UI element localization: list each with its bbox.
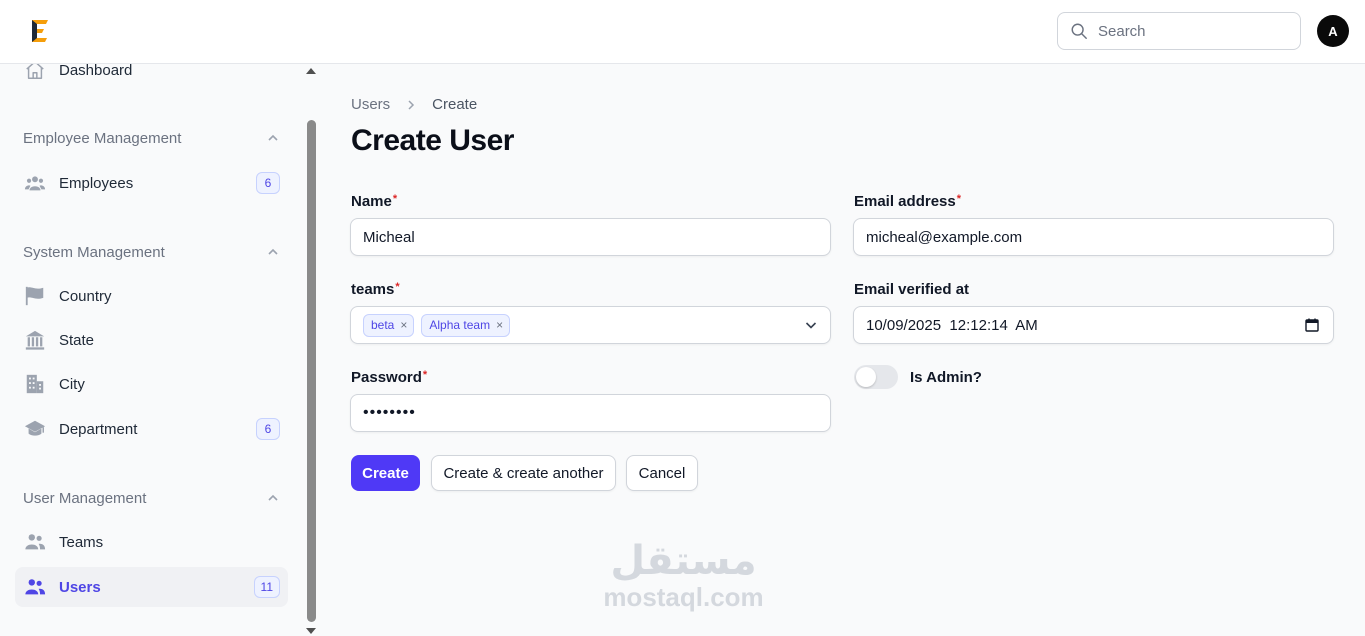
breadcrumb-users-link[interactable]: Users [351, 96, 390, 113]
academic-cap-icon [23, 417, 47, 441]
teams-multiselect[interactable]: beta × Alpha team × [350, 306, 831, 344]
group-system-management[interactable]: System Management [23, 241, 280, 263]
sidebar-item-label: Country [59, 287, 112, 305]
group-employee-management[interactable]: Employee Management [23, 127, 280, 149]
chevron-up-icon[interactable] [266, 491, 280, 505]
watermark: مستقل mostaql.com [596, 540, 771, 612]
group-label: Employee Management [23, 129, 182, 147]
building-library-icon [23, 328, 47, 352]
watermark-latin: mostaql.com [603, 582, 764, 612]
top-bar: A [0, 0, 1365, 64]
breadcrumb-current[interactable]: Create [432, 96, 477, 113]
count-badge: 6 [256, 418, 280, 440]
toggle-knob [856, 367, 876, 387]
search-input[interactable] [1098, 22, 1288, 40]
flag-icon [23, 284, 47, 308]
password-field[interactable]: •••••••• [350, 394, 831, 432]
scroll-up-arrow-icon[interactable] [306, 68, 316, 74]
cancel-button[interactable]: Cancel [626, 455, 698, 491]
chevron-up-icon[interactable] [266, 131, 280, 145]
group-label: User Management [23, 489, 147, 507]
email-input[interactable] [866, 228, 1333, 246]
name-label: Name* [351, 193, 398, 210]
create-button[interactable]: Create [351, 455, 420, 491]
sidebar-scroll-thumb[interactable] [307, 120, 316, 622]
sidebar-item-dashboard[interactable]: Dashboard [15, 64, 288, 90]
calendar-icon[interactable] [1305, 318, 1319, 332]
count-badge: 11 [253, 576, 280, 598]
users-icon [23, 575, 47, 599]
sidebar-item-employees[interactable]: Employees 6 [15, 163, 288, 203]
datetime-value[interactable]: 10/09/2025 12:12:14 AM [866, 317, 1038, 334]
users-icon [23, 530, 47, 554]
required-asterisk: * [392, 193, 398, 205]
watermark-arabic: مستقل [610, 538, 757, 584]
sidebar-item-label: State [59, 331, 95, 349]
required-asterisk: * [956, 193, 961, 205]
sidebar-item-label: City [59, 375, 85, 393]
email-verified-label: Email verified at [854, 281, 970, 298]
count-badge: 6 [256, 172, 280, 194]
email-label: Email address* [854, 193, 961, 210]
name-field[interactable] [350, 218, 831, 256]
scroll-down-arrow-icon[interactable] [306, 628, 316, 634]
email-field[interactable] [853, 218, 1334, 256]
is-admin-toggle[interactable] [854, 365, 898, 389]
remove-tag-icon[interactable]: × [496, 318, 503, 332]
search-icon [1071, 23, 1087, 39]
group-user-management[interactable]: User Management [23, 487, 280, 509]
email-verified-datetime-field[interactable]: 10/09/2025 12:12:14 AM [853, 306, 1334, 344]
password-input[interactable]: •••••••• [363, 404, 416, 422]
page-title: Create User [351, 124, 514, 157]
sidebar-item-state[interactable]: State [15, 320, 288, 360]
sidebar-item-city[interactable]: City [15, 364, 288, 404]
breadcrumb: Users Create [351, 96, 477, 113]
sidebar-item-label: Employees [59, 174, 134, 192]
sidebar-item-label: Users [59, 578, 101, 596]
user-avatar[interactable]: A [1317, 15, 1349, 47]
sidebar-item-teams[interactable]: Teams [15, 522, 288, 562]
global-search[interactable] [1057, 12, 1301, 50]
create-another-button[interactable]: Create & create another [431, 455, 616, 491]
home-icon [23, 64, 47, 82]
sidebar-item-label: Teams [59, 533, 104, 551]
users-group-icon [23, 171, 47, 195]
team-tag[interactable]: Alpha team × [421, 313, 511, 337]
password-label: Password* [351, 369, 428, 386]
name-input[interactable] [363, 228, 830, 246]
app-logo[interactable] [30, 18, 52, 44]
chevron-right-icon [408, 99, 415, 110]
chevron-down-icon[interactable] [804, 318, 818, 332]
chevron-up-icon[interactable] [266, 245, 280, 259]
team-tag[interactable]: beta × [363, 313, 415, 337]
sidebar-item-users[interactable]: Users 11 [15, 567, 288, 607]
sidebar-item-label: Department [59, 420, 138, 438]
sidebar-item-country[interactable]: Country [15, 276, 288, 316]
group-label: System Management [23, 243, 165, 261]
sidebar-item-label: Dashboard [59, 64, 133, 79]
building-office-icon [23, 372, 47, 396]
sidebar: Dashboard Employee Management Employees … [0, 64, 304, 636]
sidebar-item-department[interactable]: Department 6 [15, 409, 288, 449]
required-asterisk: * [395, 281, 400, 293]
required-asterisk: * [422, 369, 428, 381]
remove-tag-icon[interactable]: × [400, 318, 407, 332]
teams-label: teams* [351, 281, 400, 298]
is-admin-label: Is Admin? [910, 369, 982, 386]
